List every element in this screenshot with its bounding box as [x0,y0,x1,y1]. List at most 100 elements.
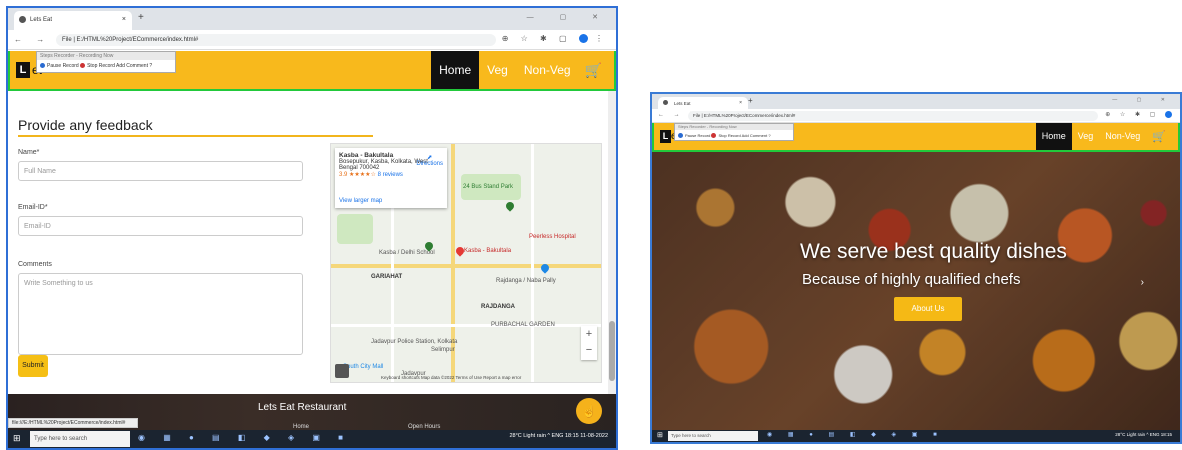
taskbar: ⊞ Type here to search ◉ ▦ ● ▤ ◧ ◆ ◈ ▣ ■ … [652,430,1180,442]
map-label: Selimpur [431,347,455,353]
map-road [391,204,394,382]
carousel-next-icon[interactable]: › [1141,277,1144,288]
footer-title: Lets Eat Restaurant [258,402,347,413]
name-label: Name* [18,149,40,156]
steps-recorder: Steps Recorder - Recording Now Pause Rec… [674,123,794,141]
help-icon[interactable]: ? [149,63,152,69]
map-reviews-link[interactable]: 8 reviews [378,172,403,178]
address-bar: ← → C File | E:/HTML%20Project/ECommerce… [652,109,1180,123]
cart-icon[interactable]: 🛒 [579,62,608,79]
profile-icon[interactable] [1165,111,1172,118]
close-tab-icon[interactable]: × [739,100,742,106]
stop-icon [80,63,86,69]
directions-button[interactable]: ⬈ Directions [416,154,443,167]
add-comment-button[interactable]: Add Comment [116,63,148,69]
directions-label: Directions [416,161,443,167]
map-road [531,144,534,382]
map-label: South City Mall [343,364,384,370]
system-tray[interactable]: 28°C Light rain ^ ENG 18:15 11-08-2022 [509,433,608,439]
map-embed[interactable]: GARIAHAT Kasba - Bakultala Kasba / Delhi… [330,143,602,383]
taskbar-apps[interactable]: ◉ ▦ ● ▤ ◧ ◆ ◈ ▣ ■ [767,431,944,438]
system-tray[interactable]: 28°C Light rain ^ ENG 18:15 [1115,432,1172,437]
steps-recorder: Steps Recorder - Recording Now Pause Rec… [36,51,176,73]
map-label: Jadavpur Police Station, Kolkata [371,339,458,345]
tab-favicon-icon [663,100,668,105]
zoom-in-button[interactable]: + [581,326,597,342]
nav-home[interactable]: Home [1035,123,1072,150]
nav-veg[interactable]: Veg [1072,123,1100,150]
stop-icon [711,133,717,139]
map-label: Peerless Hospital [529,234,576,240]
map-label: PURBACHAL GARDEN [491,322,555,328]
profile-icon[interactable] [578,34,588,44]
comments-textarea[interactable]: Write Something to us [18,273,303,355]
map-road [331,324,601,327]
window-controls[interactable]: — ▢ ✕ [1112,97,1174,103]
view-larger-map-link[interactable]: View larger map [339,198,382,204]
map-park [337,214,373,244]
feedback-section: Provide any feedback Name* Full Name Ema… [8,91,616,394]
window-controls[interactable]: — ▢ ✕ [527,13,610,21]
new-tab-button[interactable]: + [138,12,144,23]
tab-title: Lets Eat [674,101,691,106]
nav-non-veg[interactable]: Non-Veg [516,51,579,89]
map-zoom-control[interactable]: + − [581,326,597,360]
email-input[interactable]: Email-ID [18,216,303,236]
taskbar-search[interactable]: Type here to search [30,431,130,447]
nav-veg[interactable]: Veg [479,51,516,89]
toolbar-icons[interactable]: ⊕ ☆ ✱ ▢ [1105,111,1172,118]
comments-label: Comments [18,261,52,268]
taskbar-search[interactable]: Type here to search [668,431,758,441]
stop-record-button[interactable]: Stop Record [87,63,115,69]
map-footer[interactable]: Keyboard shortcuts Map data ©2022 Terms … [381,375,521,380]
zoom-out-button[interactable]: − [581,342,597,358]
scroll-hand-icon[interactable]: ☝ [576,398,602,424]
url-field[interactable]: File | E:/HTML%20Project/ECommerce/index… [688,111,1098,121]
browser-tab[interactable]: Lets Eat × [14,11,132,30]
feedback-screenshot: Lets Eat × + — ▢ ✕ ← → C File | E:/HTML%… [6,6,618,450]
add-comment-button[interactable]: Add Comment [742,133,768,138]
hero-screenshot: Lets Eat × + — ▢ ✕ ← → C File | E:/HTML%… [650,92,1182,444]
cart-icon[interactable]: 🛒 [1146,130,1172,143]
nav-home[interactable]: Home [431,51,480,89]
about-us-button[interactable]: About Us [894,297,962,321]
logo[interactable]: L [660,130,671,143]
name-input[interactable]: Full Name [18,161,303,181]
toolbar-icons[interactable]: ⊕ ☆ ✱ ▢ ⋮ [502,34,608,44]
browser-tabbar: Lets Eat × + — ▢ ✕ [8,8,616,30]
map-label: Kasba / Delhi School [379,250,435,256]
map-label: RAJDANGA [481,304,516,310]
taskbar: ⊞ Type here to search ◉ ▦ ● ▤ ◧ ◆ ◈ ▣ ■ … [8,430,616,448]
email-label: Email-ID* [18,204,48,211]
tab-favicon-icon [19,16,26,23]
stop-record-button[interactable]: Stop Record [718,133,740,138]
close-tab-icon[interactable]: × [122,16,126,23]
submit-button[interactable]: Submit [18,355,48,377]
directions-icon: ⬈ [427,155,433,161]
browser-tab[interactable]: Lets Eat × [658,97,748,109]
scrollbar-thumb[interactable] [609,321,615,381]
tab-title: Lets Eat [30,17,53,23]
title-underline [18,135,373,137]
nav-non-veg[interactable]: Non-Veg [1099,123,1146,150]
pause-record-button[interactable]: Pause Record [47,63,79,69]
taskbar-apps[interactable]: ◉ ▦ ● ▤ ◧ ◆ ◈ ▣ ■ [138,433,351,442]
map-pin-icon [504,200,516,212]
windows-start-icon[interactable]: ⊞ [13,433,21,444]
map-label: Rajdanga / Naba Pally [496,278,556,284]
url-field[interactable]: File | E:/HTML%20Project/ECommerce/index… [56,34,496,46]
map-label: GARIAHAT [371,274,403,280]
map-label: Kasba - Bakultala [464,248,512,254]
new-tab-button[interactable]: + [748,96,753,105]
hero-headline: We serve best quality dishes [800,240,1067,263]
logo[interactable]: L [16,62,30,78]
map-rating: 3.9 ★★★★☆ [339,172,376,178]
help-icon[interactable]: ? [768,133,770,138]
page-scrollbar[interactable] [608,91,616,394]
windows-start-icon[interactable]: ⊞ [657,431,663,439]
hero-overlay [652,152,1180,430]
map-label: 24 Bus Stand Park [463,184,514,190]
street-view-icon[interactable] [335,364,349,378]
address-bar: ← → C File | E:/HTML%20Project/ECommerce… [8,30,616,50]
pause-record-button[interactable]: Pause Record [685,133,710,138]
